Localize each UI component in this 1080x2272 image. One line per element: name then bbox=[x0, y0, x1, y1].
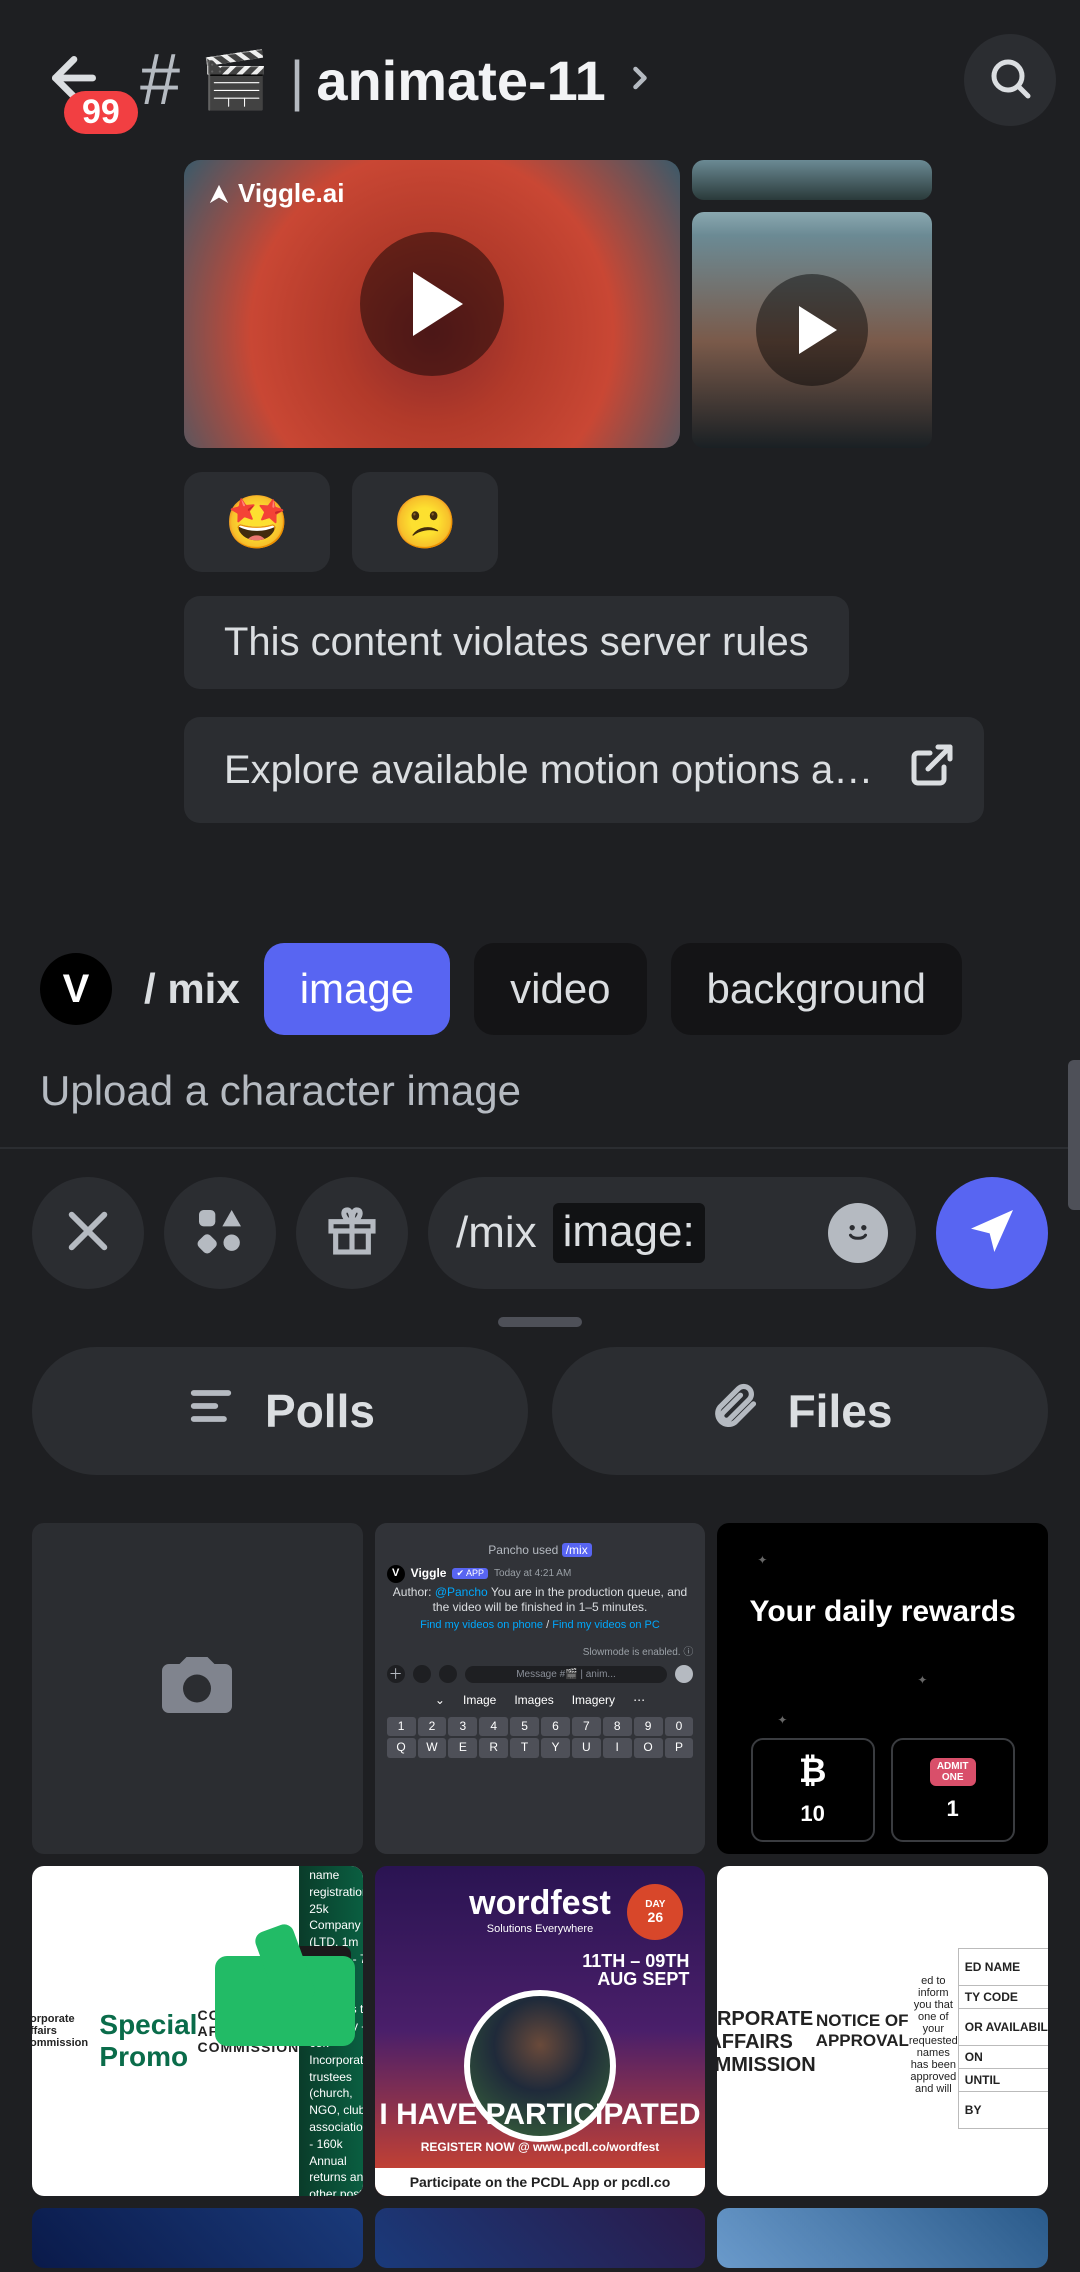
gift-button[interactable] bbox=[296, 1177, 408, 1289]
coin-count: 10 bbox=[800, 1801, 824, 1827]
unread-badge: 99 bbox=[64, 91, 138, 134]
emoji-button[interactable] bbox=[828, 1203, 888, 1263]
reward-cards: ₿ 10 ADMIT ONE 1 bbox=[717, 1738, 1048, 1842]
shapes-icon bbox=[192, 1203, 248, 1264]
slash-hint-label: Upload a character image bbox=[0, 1059, 1080, 1115]
attachments-row: Viggle.ai bbox=[24, 160, 1056, 448]
chevron-right-icon[interactable] bbox=[622, 60, 658, 101]
back-button[interactable]: 99 bbox=[24, 30, 124, 130]
slash-command-row: V / mix image video background bbox=[0, 823, 1080, 1059]
explore-options-button[interactable]: Explore available motion options at vigg… bbox=[184, 717, 984, 823]
composer-row: /mix image: bbox=[0, 1149, 1080, 1301]
reaction-confused[interactable]: 😕 bbox=[352, 472, 498, 572]
gallery-item-strip-3[interactable] bbox=[717, 2208, 1048, 2268]
gallery-item-promo[interactable]: Corporate Affairs Commission Special Pro… bbox=[32, 1866, 363, 2197]
reactions-row: 🤩 😕 bbox=[24, 472, 1056, 572]
composer-prefix: /mix bbox=[456, 1208, 537, 1258]
gallery-item-rewards[interactable]: Your daily rewards ✦ ✦ ✦ ₿ 10 ADMIT ONE … bbox=[717, 1523, 1048, 1854]
reward-card-coins: ₿ 10 bbox=[751, 1738, 875, 1842]
pill-background[interactable]: background bbox=[671, 943, 963, 1035]
gallery-strip-row bbox=[0, 2196, 1080, 2268]
attachment-icon bbox=[708, 1380, 760, 1443]
video-attachment-small-top[interactable] bbox=[692, 160, 932, 200]
send-icon bbox=[964, 1203, 1020, 1264]
close-button[interactable] bbox=[32, 1177, 144, 1289]
mini-discord-screenshot: Pancho used /mix V Viggle ✔ APP Today at… bbox=[375, 1523, 706, 1854]
clapper-icon: 🎬 bbox=[200, 47, 270, 113]
phone-illustration bbox=[205, 1946, 355, 2126]
gallery-camera-tile[interactable] bbox=[32, 1523, 363, 1854]
files-button[interactable]: Files bbox=[552, 1347, 1048, 1475]
server-rules-button[interactable]: This content violates server rules bbox=[184, 596, 849, 689]
video-attachment-small-bottom[interactable] bbox=[692, 212, 932, 448]
search-button[interactable] bbox=[964, 34, 1056, 126]
gallery-item-strip-2[interactable] bbox=[375, 2208, 706, 2268]
rewards-title: Your daily rewards bbox=[717, 1595, 1048, 1629]
app-avatar[interactable]: V bbox=[40, 953, 112, 1025]
polls-button[interactable]: Polls bbox=[32, 1347, 528, 1475]
pill-image[interactable]: image bbox=[264, 943, 450, 1035]
smile-icon bbox=[838, 1211, 878, 1256]
gallery-item-wordfest[interactable]: wordfestSolutions Everywhere DAY26 11TH … bbox=[375, 1866, 706, 2197]
play-icon bbox=[360, 232, 504, 376]
play-icon bbox=[756, 274, 868, 386]
polls-icon bbox=[185, 1380, 237, 1443]
apps-button[interactable] bbox=[164, 1177, 276, 1289]
ticket-icon: ADMIT ONE bbox=[930, 1758, 976, 1786]
video-attachment-large[interactable]: Viggle.ai bbox=[184, 160, 680, 448]
reaction-star-eyes[interactable]: 🤩 bbox=[184, 472, 330, 572]
close-icon bbox=[60, 1203, 116, 1264]
gift-icon bbox=[324, 1203, 380, 1264]
message-input[interactable]: /mix image: bbox=[428, 1177, 916, 1289]
media-gallery: Pancho used /mix V Viggle ✔ APP Today at… bbox=[0, 1475, 1080, 2196]
search-icon bbox=[986, 54, 1034, 107]
polls-files-row: Polls Files bbox=[0, 1347, 1080, 1475]
composer-arg-highlight: image: bbox=[553, 1203, 705, 1263]
channel-name[interactable]: animate-11 bbox=[316, 48, 606, 113]
ticket-count: 1 bbox=[947, 1796, 959, 1822]
scrollbar[interactable] bbox=[1068, 1060, 1080, 1210]
gallery-item-screenshot[interactable]: Pancho used /mix V Viggle ✔ APP Today at… bbox=[375, 1523, 706, 1854]
header-bar: 99 # 🎬 | animate-11 bbox=[0, 0, 1080, 160]
reward-card-ticket: ADMIT ONE 1 bbox=[891, 1738, 1015, 1842]
gallery-item-notice[interactable]: FEDERAL REPUBLIC OF NIGERIA CORPORATE AF… bbox=[717, 1866, 1048, 2197]
coin-icon: ₿ bbox=[799, 1752, 827, 1791]
camera-icon bbox=[155, 1643, 239, 1733]
message-area: Viggle.ai 🤩 😕 This content violates serv… bbox=[0, 160, 1080, 823]
send-button[interactable] bbox=[936, 1177, 1048, 1289]
gallery-item-strip-1[interactable] bbox=[32, 2208, 363, 2268]
sheet-grabber[interactable] bbox=[498, 1317, 582, 1327]
pill-video[interactable]: video bbox=[474, 943, 646, 1035]
slash-command-name: / mix bbox=[144, 965, 240, 1013]
channel-hash-icon: # bbox=[140, 39, 180, 121]
external-link-icon bbox=[908, 741, 956, 799]
pipe-separator: | bbox=[290, 48, 305, 113]
